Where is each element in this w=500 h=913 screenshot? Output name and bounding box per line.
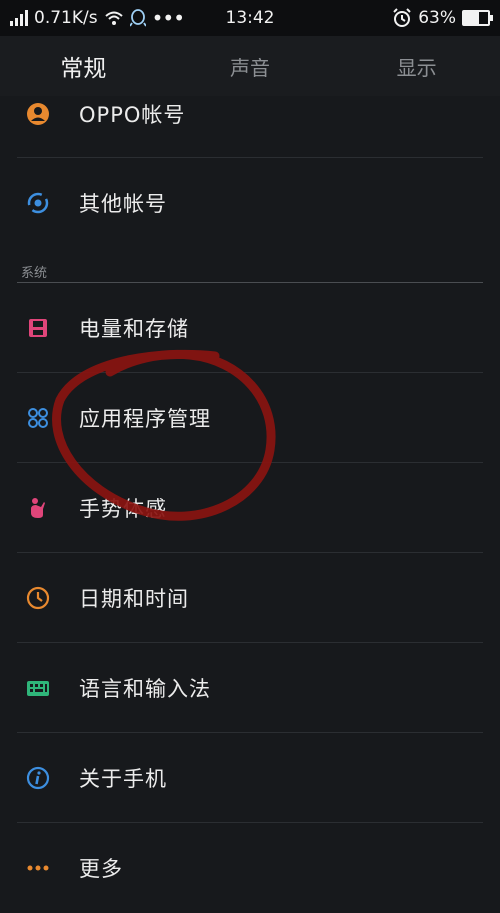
app-management-item[interactable]: 应用程序管理 (0, 373, 500, 463)
more-label: 更多 (79, 857, 123, 881)
storage-icon (26, 316, 50, 340)
battery-storage-label: 电量和存储 (79, 317, 189, 341)
date-time-label: 日期和时间 (79, 587, 189, 611)
language-input-label: 语言和输入法 (79, 677, 211, 701)
language-input-item[interactable]: 语言和输入法 (0, 643, 500, 733)
gesture-icon (26, 496, 50, 520)
battery-icon (462, 10, 493, 26)
battery-percent: 63% (418, 8, 456, 28)
other-accounts-item[interactable]: 其他帐号 (0, 158, 500, 248)
qq-icon (129, 9, 146, 27)
oppo-account-label: OPPO帐号 (79, 103, 186, 127)
signal-icon (10, 10, 28, 26)
about-phone-item[interactable]: 关于手机 (0, 733, 500, 823)
sync-account-icon (26, 191, 50, 215)
more-item[interactable]: 更多 (0, 823, 500, 913)
date-time-item[interactable]: 日期和时间 (0, 553, 500, 643)
gesture-item[interactable]: 手势体感 (0, 463, 500, 553)
apps-icon (26, 406, 50, 430)
battery-storage-item[interactable]: 电量和存储 (0, 283, 500, 373)
gesture-label: 手势体感 (79, 497, 167, 521)
section-header-system: 系统 (21, 266, 48, 281)
network-speed: 0.71K/s (34, 8, 98, 28)
clock-icon (26, 586, 50, 610)
info-icon (26, 766, 50, 790)
wifi-icon (104, 11, 123, 25)
more-icon (26, 856, 50, 880)
oppo-account-item[interactable]: OPPO帐号 (0, 69, 500, 159)
alarm-icon (393, 8, 411, 27)
app-management-label: 应用程序管理 (79, 407, 211, 431)
keyboard-icon (26, 676, 50, 700)
oppo-account-icon (26, 102, 50, 126)
more-dots-icon: ••• (151, 6, 185, 30)
other-accounts-label: 其他帐号 (79, 192, 167, 216)
about-phone-label: 关于手机 (79, 767, 167, 791)
status-bar: 0.71K/s ••• 13:42 63% (0, 0, 500, 36)
